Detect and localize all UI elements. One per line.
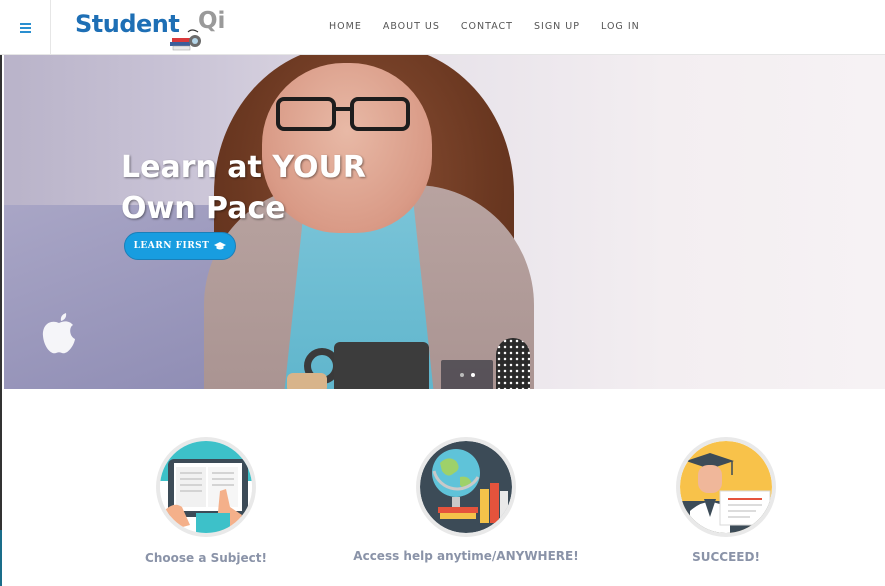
nav-about-us[interactable]: ABOUT US bbox=[383, 21, 440, 32]
nav-home[interactable]: HOME bbox=[329, 21, 362, 32]
carousel-indicators bbox=[441, 360, 493, 389]
hero-photo-glasses bbox=[276, 97, 410, 131]
learn-first-label: LEARN FIRST bbox=[133, 241, 210, 251]
main-nav: HOME ABOUT US CONTACT SIGN UP LOG IN bbox=[329, 21, 661, 32]
top-navbar: Student Qi HOME ABOUT US CONTACT SIGN UP… bbox=[0, 0, 885, 55]
feature-circle bbox=[156, 437, 256, 537]
feature-label: SUCCEED! bbox=[692, 550, 760, 564]
carousel-dot-2[interactable] bbox=[470, 372, 475, 377]
graduation-cap-icon bbox=[214, 242, 227, 250]
hero-photo-cup bbox=[287, 373, 327, 389]
window-edge-bottom bbox=[0, 530, 2, 586]
window-edge bbox=[0, 0, 2, 586]
globe-books-icon bbox=[420, 441, 512, 533]
hero-title-line2: Own Pace bbox=[121, 191, 286, 226]
feature-label: Choose a Subject! bbox=[145, 551, 267, 565]
graduate-diploma-icon bbox=[680, 441, 772, 533]
nav-log-in[interactable]: LOG IN bbox=[601, 21, 640, 32]
logo-text-student: Student bbox=[75, 10, 180, 38]
learn-first-button[interactable]: LEARN FIRST bbox=[124, 232, 236, 260]
hero-title: Learn at YOUR Own Pace bbox=[121, 147, 401, 229]
hero-photo-chair bbox=[496, 338, 530, 389]
hero-photo-mug bbox=[334, 342, 429, 389]
hamburger-menu-icon[interactable] bbox=[0, 0, 51, 55]
tablet-book-icon bbox=[160, 441, 252, 533]
nav-sign-up[interactable]: SIGN UP bbox=[534, 21, 580, 32]
feature-label: Access help anytime/ANYWHERE! bbox=[353, 549, 579, 563]
carousel-dot-1[interactable] bbox=[459, 372, 464, 377]
hero-title-line1: Learn at YOUR bbox=[121, 150, 366, 185]
apple-logo-icon bbox=[42, 313, 75, 354]
feature-circle bbox=[416, 437, 516, 537]
hero-carousel: Learn at YOUR Own Pace LEARN FIRST bbox=[4, 55, 885, 389]
nav-contact[interactable]: CONTACT bbox=[461, 21, 513, 32]
feature-circle bbox=[676, 437, 776, 537]
site-logo[interactable]: Student Qi bbox=[75, 8, 235, 52]
logo-text-qi: Qi bbox=[198, 8, 226, 34]
